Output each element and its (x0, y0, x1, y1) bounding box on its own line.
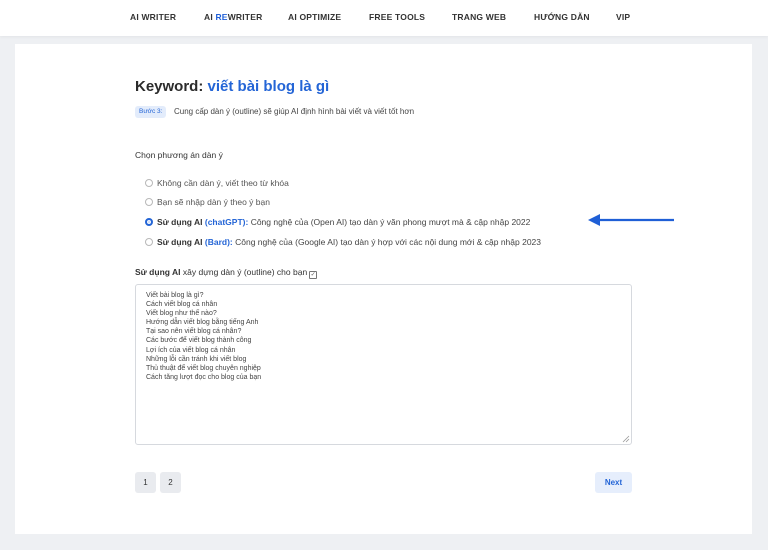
outline-line: Viết blog như thế nào? (146, 310, 217, 318)
ai-outline-label: Sử dụng AI xây dựng dàn ý (outline) cho … (135, 267, 318, 279)
page-button-2[interactable]: 2 (160, 472, 181, 493)
outline-line: Những lỗi cần tránh khi viết blog (146, 355, 247, 363)
radio-option-bard[interactable]: Sử dụng AI (Bard): Công nghệ của (Google… (145, 236, 541, 248)
radio-option-no-outline[interactable]: Không cần dàn ý, viết theo từ khóa (145, 177, 289, 189)
radio-button[interactable] (145, 198, 153, 206)
radio-label-desc: Công nghệ của (Google AI) tạo dàn ý hợp … (232, 237, 542, 247)
nav-ai-optimize[interactable]: AI OPTIMIZE (288, 12, 341, 22)
radio-label: Bạn sẽ nhập dàn ý theo ý bạn (157, 197, 270, 207)
nav-ai-rewriter-prefix: AI (204, 12, 216, 22)
outline-textarea[interactable]: Viết bài blog là gì? Cách viết blog cá n… (135, 284, 632, 445)
outline-line: Cách viết blog cá nhân (146, 301, 218, 309)
next-button[interactable]: Next (595, 472, 632, 493)
radio-label-prefix: Sử dụng AI (157, 217, 205, 227)
radio-button-selected[interactable] (145, 218, 153, 226)
outline-line: Các bước để viết blog thành công (146, 337, 252, 345)
radio-label-highlight: (Bard): (204, 237, 233, 247)
pointer-arrow-icon (588, 214, 674, 226)
radio-option-manual-outline[interactable]: Bạn sẽ nhập dàn ý theo ý bạn (145, 196, 270, 208)
step-description: Cung cấp dàn ý (outline) sẽ giúp AI định… (174, 107, 415, 116)
radio-button[interactable] (145, 179, 153, 187)
radio-label: Sử dụng AI (Bard): Công nghệ của (Google… (157, 237, 541, 247)
check-square-icon: ✓ (309, 271, 318, 279)
nav-huong-dan[interactable]: HƯỚNG DẪN (534, 12, 590, 22)
outline-options-heading: Chọn phương án dàn ý (135, 150, 223, 160)
nav-ai-rewriter-highlight: RE (215, 12, 228, 22)
radio-label-highlight: (chatGPT): (204, 217, 249, 227)
outline-line: Cách tăng lượt đọc cho blog của bạn (146, 373, 262, 381)
ai-outline-label-bold: Sử dụng AI (135, 267, 181, 277)
radio-option-chatgpt[interactable]: Sử dụng AI (chatGPT): Công nghệ của (Ope… (145, 216, 530, 228)
outline-line: Tại sao nên viết blog cá nhân? (146, 328, 242, 336)
nav-ai-writer[interactable]: AI WRITER (130, 12, 176, 22)
radio-label-prefix: Sử dụng AI (157, 237, 205, 247)
radio-label-desc: Công nghệ của (Open AI) tạo dàn ý văn ph… (248, 217, 531, 227)
nav-free-tools[interactable]: FREE TOOLS (369, 12, 425, 22)
step-badge: Bước 3: (135, 106, 167, 118)
outline-line: Thủ thuật để viết blog chuyên nghiệp (146, 364, 261, 372)
top-navigation-bar: AI WRITER AI REWRITER AI OPTIMIZE FREE T… (0, 0, 768, 36)
keyword-label: Keyword: (135, 78, 208, 95)
resize-grip-icon[interactable] (622, 435, 630, 443)
nav-trang-web[interactable]: TRANG WEB (452, 12, 506, 22)
radio-label: Sử dụng AI (chatGPT): Công nghệ của (Ope… (157, 217, 530, 227)
nav-vip[interactable]: VIP (616, 12, 630, 22)
radio-button[interactable] (145, 238, 153, 246)
page-button-1[interactable]: 1 (135, 472, 156, 493)
outline-line: Hướng dẫn viết blog bằng tiếng Anh (146, 319, 259, 327)
outline-line: Viết bài blog là gì? (146, 292, 204, 299)
ai-outline-label-rest: xây dựng dàn ý (outline) cho bạn (180, 267, 308, 277)
radio-label: Không cần dàn ý, viết theo từ khóa (157, 178, 289, 188)
outline-line: Lợi ích của viết blog cá nhân (146, 346, 236, 354)
keyword-value: viết bài blog là gì (207, 78, 330, 95)
page-title: Keyword: viết bài blog là gì (135, 78, 329, 95)
nav-ai-rewriter[interactable]: AI REWRITER (204, 12, 262, 22)
nav-ai-rewriter-suffix: WRITER (227, 12, 263, 22)
